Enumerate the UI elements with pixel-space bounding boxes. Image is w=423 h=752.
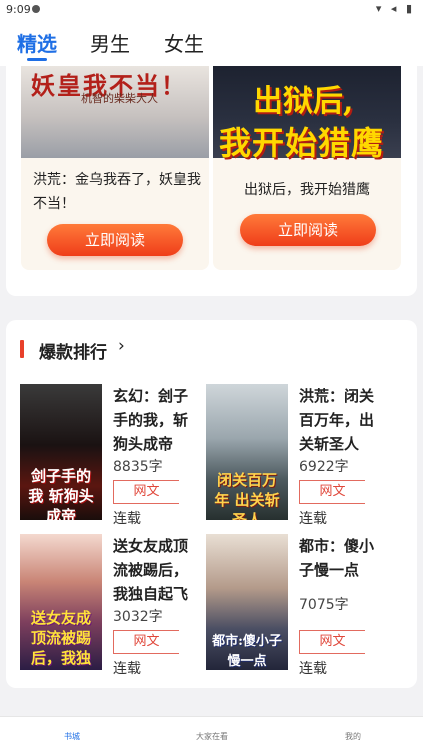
book-word-count: 3032字 (113, 609, 163, 625)
banner-body: 出狱后，我开始猎鹰 立即阅读 (213, 158, 401, 270)
banner-body: 洪荒：金乌我吞了，妖皇我不当！ 立即阅读 (21, 158, 209, 270)
book-genre-tag: 网文 (299, 630, 365, 654)
read-now-button[interactable]: 立即阅读 (240, 214, 376, 246)
app-screen: 9:09 ▾ ◂ ▮ 精选 男生 女生 妖皇我不当！ 机智的柴柴大人 洪荒：金乌… (0, 0, 423, 752)
book-item[interactable]: 都市:傻小子慢一点 都市：傻小子慢一点 7075字 网文 连载 (206, 534, 396, 677)
banner-book-title: 出狱后，我开始猎鹰 (244, 182, 370, 198)
book-status: 连载 (113, 661, 141, 677)
book-status: 连载 (299, 661, 327, 677)
nav-bookstore[interactable]: 书城 (64, 731, 80, 742)
banner-cover-author: 机智的柴柴大人 (81, 92, 158, 105)
book-title: 玄幻：刽子手的我，斩狗头成帝 (113, 387, 189, 453)
category-tabs: 精选 男生 女生 (0, 22, 423, 66)
system-status-icons: ▾ ◂ ▮ (375, 2, 415, 15)
book-status: 连载 (299, 511, 327, 527)
status-time: 9:09 (6, 3, 31, 16)
book-item[interactable]: 送女友成顶流被踢后，我独自起飞 送女友成顶流被踢后，我独自起飞 3032字 网文… (20, 534, 210, 677)
book-word-count: 6922字 (299, 459, 349, 475)
book-word-count: 7075字 (299, 597, 349, 613)
status-bar: 9:09 ▾ ◂ ▮ (0, 0, 423, 22)
active-tab-indicator (27, 58, 47, 61)
book-item[interactable]: 剑子手的我 斩狗头成帝 玄幻：刽子手的我，斩狗头成帝 8835字 网文 连载 (20, 384, 210, 527)
book-genre-tag: 网文 (113, 480, 179, 504)
read-now-button[interactable]: 立即阅读 (47, 224, 183, 256)
book-word-count: 8835字 (113, 459, 163, 475)
featured-banners: 妖皇我不当！ 机智的柴柴大人 洪荒：金乌我吞了，妖皇我不当！ 立即阅读 出狱后,… (6, 66, 417, 296)
section-title[interactable]: 爆款排行 (39, 338, 107, 363)
book-item[interactable]: 闭关百万年 出关斩圣人 洪荒：闭关百万年，出关斩圣人 6922字 网文 连载 (206, 384, 396, 527)
nav-profile[interactable]: 我的 (345, 731, 361, 742)
section-accent-bar (20, 340, 24, 358)
tab-female[interactable]: 女生 (164, 28, 204, 57)
book-status: 连载 (113, 511, 141, 527)
banner-card-1[interactable]: 妖皇我不当！ 机智的柴柴大人 洪荒：金乌我吞了，妖皇我不当！ 立即阅读 (21, 66, 209, 270)
book-cover: 闭关百万年 出关斩圣人 (206, 384, 288, 520)
book-cover: 送女友成顶流被踢后，我独自起飞 (20, 534, 102, 670)
hot-ranking-section: 爆款排行 › 剑子手的我 斩狗头成帝 玄幻：刽子手的我，斩狗头成帝 8835字 … (6, 320, 417, 688)
book-cover: 剑子手的我 斩狗头成帝 (20, 384, 102, 520)
bottom-navigation: 书城 大家在看 我的 (0, 716, 423, 752)
banner-cover-image: 出狱后, 我开始猎鹰 (213, 66, 401, 162)
banner-cover-title-line1: 出狱后, (253, 84, 354, 119)
tab-male[interactable]: 男生 (90, 28, 130, 57)
book-cover: 都市:傻小子慢一点 (206, 534, 288, 670)
book-genre-tag: 网文 (113, 630, 179, 654)
notification-dot-icon (32, 5, 40, 13)
chevron-right-icon[interactable]: › (118, 336, 125, 356)
book-title: 都市：傻小子慢一点 (299, 537, 375, 579)
book-title: 洪荒：闭关百万年，出关斩圣人 (299, 387, 375, 453)
banner-cover-image: 妖皇我不当！ 机智的柴柴大人 (21, 66, 209, 158)
banner-card-2[interactable]: 出狱后, 我开始猎鹰 出狱后，我开始猎鹰 立即阅读 (213, 66, 401, 270)
book-cover-title: 送女友成顶流被踢后，我独自起飞 (30, 609, 91, 670)
tab-featured[interactable]: 精选 (17, 28, 57, 57)
nav-trending[interactable]: 大家在看 (196, 731, 228, 742)
book-cover-title: 剑子手的我 斩狗头成帝 (28, 467, 94, 520)
book-title: 送女友成顶流被踢后，我独自起飞 (113, 537, 189, 603)
banner-book-title: 洪荒：金乌我吞了，妖皇我不当！ (33, 172, 201, 212)
book-genre-tag: 网文 (299, 480, 365, 504)
book-cover-title: 都市:傻小子慢一点 (212, 634, 282, 669)
book-cover-title: 闭关百万年 出关斩圣人 (214, 471, 280, 520)
